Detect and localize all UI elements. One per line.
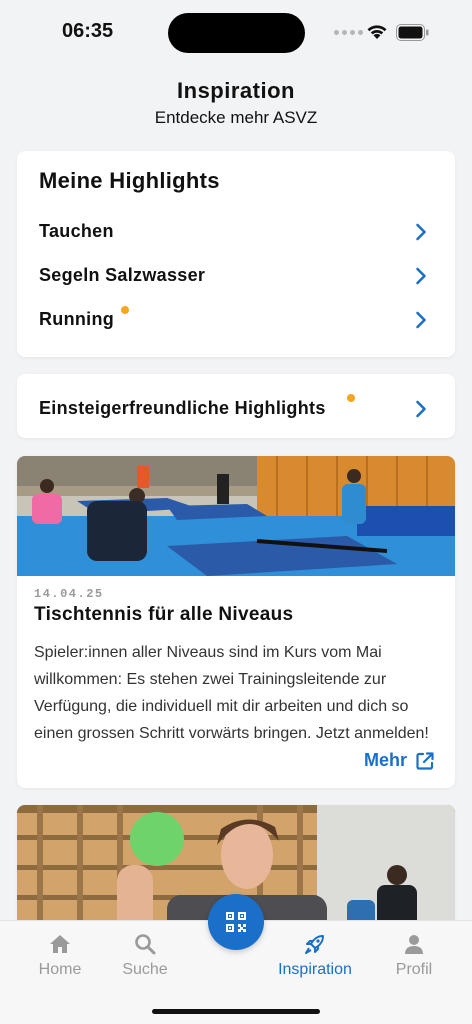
status-time: 06:35 — [62, 20, 114, 42]
news-body: Spieler:innen aller Niveaus sind im Kurs… — [34, 644, 429, 742]
tab-label: Home — [38, 961, 82, 978]
highlight-item-label: Segeln Salzwasser — [39, 264, 206, 285]
tab-inspiration[interactable]: Inspiration — [270, 931, 360, 979]
page-header: Inspiration Entdecke mehr ASVZ — [0, 78, 472, 128]
rocket-icon — [305, 935, 324, 954]
qr-code-button[interactable] — [208, 894, 264, 950]
new-badge-dot — [121, 306, 129, 314]
cellular-signal-icon — [334, 30, 363, 35]
status-bar: 06:35 — [0, 0, 472, 64]
tab-label: Profil — [395, 961, 433, 978]
highlight-item-tauchen[interactable]: Tauchen — [17, 213, 455, 249]
new-badge-dot — [347, 394, 355, 402]
page-subtitle: Entdecke mehr ASVZ — [154, 108, 318, 127]
table-tennis-photo — [17, 456, 455, 576]
news-date: 14.04.25 — [34, 587, 104, 601]
dynamic-island — [168, 13, 305, 53]
page-title: Inspiration — [177, 78, 295, 103]
tab-label: Suche — [122, 961, 168, 978]
news-title: Tischtennis für alle Niveaus — [34, 604, 294, 625]
highlights-title: Meine Highlights — [39, 168, 220, 193]
beginner-highlights-label: Einsteigerfreundliche Highlights — [39, 397, 326, 418]
chevron-right-icon — [416, 400, 426, 418]
highlight-item-running[interactable]: Running — [17, 301, 455, 337]
qr-code-icon — [226, 912, 246, 932]
tab-suche[interactable]: Suche — [100, 931, 190, 979]
battery-icon — [396, 24, 429, 41]
highlight-item-segeln[interactable]: Segeln Salzwasser — [17, 257, 455, 293]
highlights-card: Meine Highlights Tauchen Segeln Salzwass… — [17, 151, 455, 357]
tab-label: Inspiration — [278, 961, 352, 978]
profile-icon — [405, 935, 423, 954]
search-icon — [135, 934, 156, 955]
tab-home[interactable]: Home — [15, 931, 105, 979]
external-link-icon — [416, 751, 434, 770]
tab-profil[interactable]: Profil — [369, 931, 459, 979]
beginner-highlights-card[interactable]: Einsteigerfreundliche Highlights — [17, 374, 455, 438]
chevron-right-icon — [416, 311, 426, 329]
highlight-item-label: Running — [39, 308, 115, 329]
more-link-label: Mehr — [363, 750, 407, 770]
chevron-right-icon — [416, 223, 426, 241]
chevron-right-icon — [416, 267, 426, 285]
wifi-icon — [367, 25, 387, 39]
home-icon — [50, 935, 70, 953]
home-indicator — [152, 1009, 320, 1014]
highlight-item-label: Tauchen — [39, 220, 114, 241]
news-card[interactable]: 14.04.25 Tischtennis für alle Niveaus Sp… — [17, 456, 455, 788]
more-link[interactable]: Mehr — [364, 750, 435, 771]
